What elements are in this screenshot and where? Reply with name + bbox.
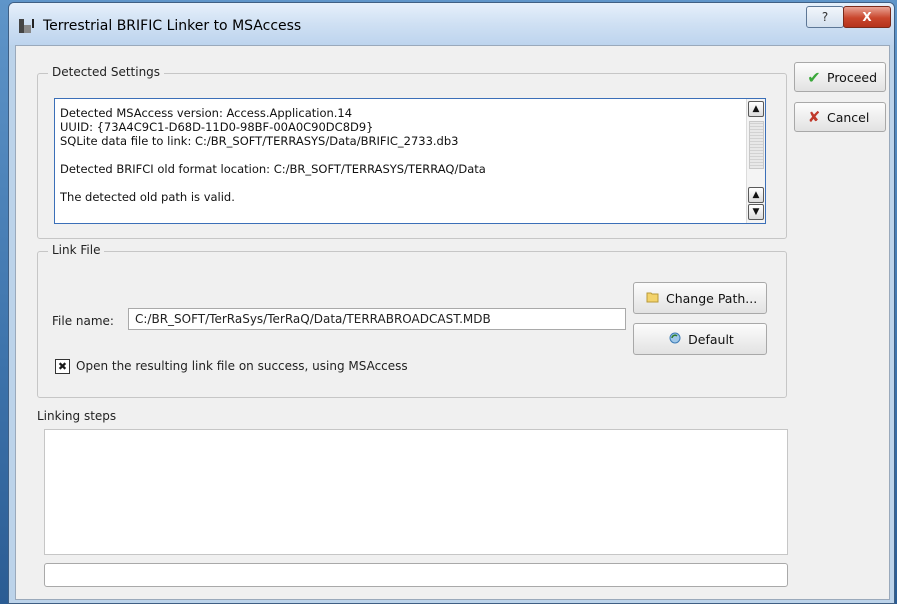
refresh-icon xyxy=(666,331,684,348)
linking-steps-box[interactable] xyxy=(44,429,788,555)
scroll-up-button-lower[interactable]: ▲ xyxy=(748,187,764,203)
checkbox-check-icon: ✖ xyxy=(57,360,68,373)
scroll-down-button[interactable]: ▼ xyxy=(748,204,764,220)
open-on-success-checkbox[interactable]: ✖ xyxy=(55,359,70,374)
up-arrow-icon: ▲ xyxy=(752,104,760,114)
checkmark-icon: ✔ xyxy=(807,67,821,87)
link-file-legend: Link File xyxy=(48,243,105,257)
down-arrow-icon: ▼ xyxy=(752,207,760,217)
default-button[interactable]: Default xyxy=(633,323,767,355)
change-path-label: Change Path... xyxy=(666,290,758,306)
dialog-client-area: Detected Settings Detected MSAccess vers… xyxy=(15,45,890,600)
up-arrow-icon: ▲ xyxy=(752,190,760,200)
app-icon xyxy=(19,19,34,33)
help-button[interactable]: ? xyxy=(806,6,844,28)
proceed-label: Proceed xyxy=(827,69,878,85)
cancel-label: Cancel xyxy=(827,109,870,125)
cancel-button[interactable]: ✘ Cancel xyxy=(794,102,886,132)
x-mark-icon: ✘ xyxy=(807,108,821,126)
detected-settings-text: Detected MSAccess version: Access.Applic… xyxy=(60,106,486,204)
proceed-button[interactable]: ✔ Proceed xyxy=(794,62,886,92)
close-icon: X xyxy=(862,10,872,24)
default-label: Default xyxy=(688,331,734,347)
scroll-thumb[interactable] xyxy=(749,121,764,169)
link-file-group: Link File File name: Change Path... Defa… xyxy=(37,243,787,398)
scroll-up-button[interactable]: ▲ xyxy=(748,101,764,117)
help-icon: ? xyxy=(821,10,829,24)
linking-steps-label: Linking steps xyxy=(37,409,117,423)
progress-bar xyxy=(44,563,788,587)
log-scrollbar[interactable]: ▲ ▲ ▼ xyxy=(746,99,765,223)
file-name-label: File name: xyxy=(52,314,114,328)
detected-settings-log[interactable]: Detected MSAccess version: Access.Applic… xyxy=(54,98,766,224)
close-button[interactable]: X xyxy=(843,6,891,28)
title-bar[interactable]: Terrestrial BRIFIC Linker to MSAccess ? … xyxy=(9,3,894,45)
folder-icon xyxy=(644,290,662,307)
open-on-success-label: Open the resulting link file on success,… xyxy=(76,359,408,373)
detected-settings-group: Detected Settings Detected MSAccess vers… xyxy=(37,65,787,239)
window-title: Terrestrial BRIFIC Linker to MSAccess xyxy=(43,18,302,34)
change-path-button[interactable]: Change Path... xyxy=(633,282,767,314)
main-window: Terrestrial BRIFIC Linker to MSAccess ? … xyxy=(8,2,895,604)
file-name-input[interactable] xyxy=(128,308,626,330)
detected-settings-legend: Detected Settings xyxy=(48,65,165,79)
